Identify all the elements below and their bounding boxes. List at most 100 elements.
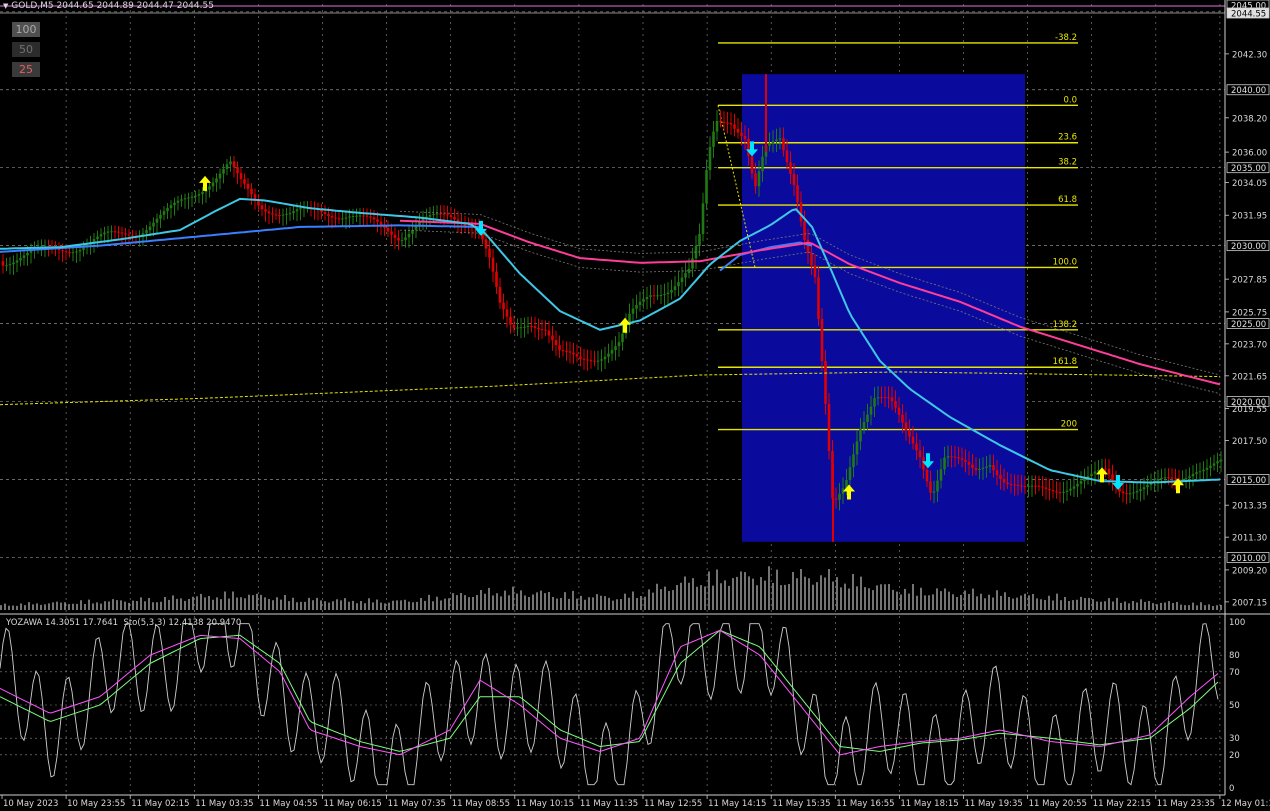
- fib-level-label: 38.2: [1058, 158, 1077, 168]
- price-bar-body: [113, 231, 117, 233]
- price-axis-label: 2042.30: [1232, 50, 1267, 60]
- price-axis-label: 2015.00: [1231, 476, 1266, 486]
- price-bar-body: [946, 456, 950, 458]
- price-bar-body: [775, 139, 778, 142]
- price-bar-body: [1160, 477, 1163, 480]
- time-axis-label: 11 May 19:35: [965, 799, 1023, 809]
- price-bar-body: [229, 161, 232, 165]
- price-bar-body: [873, 398, 876, 407]
- indicator-level-label: 100: [1229, 618, 1245, 628]
- price-bar-body: [162, 211, 166, 215]
- price-bar-body: [547, 330, 551, 336]
- price-bar-body: [803, 221, 806, 240]
- price-bar-body: [918, 450, 922, 458]
- price-bar-body: [827, 403, 831, 451]
- price-bar-body: [379, 221, 383, 225]
- price-bar-body: [1111, 474, 1114, 481]
- price-bar-body: [211, 182, 215, 187]
- price-bar-body: [848, 467, 852, 480]
- price-bar-body: [239, 173, 243, 180]
- price-bar-body: [813, 265, 817, 278]
- price-bar-body: [1167, 477, 1170, 479]
- price-bar-body: [911, 436, 915, 444]
- price-bar-body: [1107, 468, 1111, 475]
- price-bar-body: [894, 401, 897, 408]
- price-bar-body: [155, 218, 159, 223]
- price-bar-body: [666, 292, 670, 295]
- price-bar-body: [645, 296, 649, 300]
- price-bar-body: [778, 138, 782, 140]
- zoom-50-button[interactable]: 50: [12, 42, 40, 57]
- zoom-25-button[interactable]: 25: [12, 62, 40, 77]
- price-bar-body: [281, 214, 285, 216]
- collapse-triangle-icon[interactable]: ▼: [3, 2, 8, 10]
- price-bar-body: [1090, 473, 1093, 477]
- price-bar-body: [218, 173, 222, 179]
- price-bar-body: [225, 164, 229, 169]
- price-bar-body: [64, 251, 68, 253]
- price-axis-label: 2009.20: [1232, 566, 1267, 576]
- price-bar-body: [488, 248, 491, 258]
- price-bar-body: [446, 214, 449, 216]
- price-bar-body: [974, 467, 978, 471]
- price-bar-body: [533, 326, 537, 329]
- price-bar-body: [267, 211, 271, 214]
- time-axis-label: 11 May 22:15: [1093, 799, 1151, 809]
- price-bar-body: [1212, 463, 1216, 466]
- price-bar-body: [834, 498, 838, 500]
- price-bar-body: [939, 469, 943, 481]
- price-bar-body: [173, 202, 176, 206]
- price-bar-body: [925, 469, 929, 482]
- price-axis-label: 2035.00: [1231, 164, 1266, 174]
- price-bar-body: [1055, 491, 1058, 493]
- price-bar-body: [1135, 491, 1139, 493]
- price-bar-body: [1065, 490, 1069, 492]
- price-bar-body: [1027, 486, 1030, 488]
- price-bar-body: [799, 202, 803, 222]
- price-bar-body: [880, 397, 883, 399]
- price-bar-body: [1146, 485, 1149, 488]
- price-axis-label: 2038.20: [1232, 114, 1267, 124]
- price-bar-body: [1041, 486, 1044, 488]
- price-bar-body: [1044, 487, 1048, 489]
- price-bar-body: [187, 197, 190, 199]
- price-bar-body: [1093, 471, 1097, 474]
- price-bar-body: [428, 215, 432, 217]
- price-bar-body: [596, 360, 600, 362]
- price-bar-body: [575, 354, 579, 357]
- price-bar-body: [169, 205, 173, 208]
- price-bar-body: [852, 454, 855, 468]
- price-bar-body: [82, 247, 85, 250]
- price-bar-body: [621, 333, 624, 343]
- price-bar-body: [635, 304, 638, 309]
- zoom-100-button[interactable]: 100: [12, 22, 40, 37]
- price-bar-body: [1079, 481, 1083, 484]
- price-bar-body: [78, 249, 82, 252]
- price-bar-body: [810, 253, 813, 266]
- price-bar-body: [789, 162, 792, 174]
- price-bar-body: [365, 215, 369, 217]
- price-bar-body: [859, 428, 862, 442]
- time-axis-label: 11 May 08:55: [452, 799, 510, 809]
- price-chart[interactable]: -38.20.023.638.261.8100.0138.2161.8200 1…: [0, 0, 1270, 811]
- fib-level-label: 23.6: [1058, 133, 1077, 143]
- price-axis-label: 2025.75: [1232, 308, 1267, 318]
- price-bar-body: [1184, 478, 1188, 480]
- price-bar-body: [404, 237, 407, 241]
- price-bar-body: [957, 457, 960, 459]
- price-bar-body: [400, 240, 404, 242]
- price-axis-label: 2036.00: [1232, 149, 1267, 159]
- price-axis-label: 2025.00: [1231, 320, 1266, 330]
- price-bar-body: [1062, 491, 1065, 493]
- price-bar-body: [729, 123, 733, 125]
- price-bar-body: [435, 213, 439, 215]
- fib-level-label: 61.8: [1058, 195, 1077, 205]
- price-bar-body: [120, 232, 124, 234]
- price-bar-body: [824, 361, 827, 404]
- price-bar-body: [747, 138, 750, 157]
- price-bar-body: [680, 277, 684, 283]
- price-bar-body: [166, 207, 169, 212]
- price-bar-body: [215, 178, 218, 183]
- price-bar-body: [516, 327, 519, 329]
- price-bar-body: [376, 219, 379, 222]
